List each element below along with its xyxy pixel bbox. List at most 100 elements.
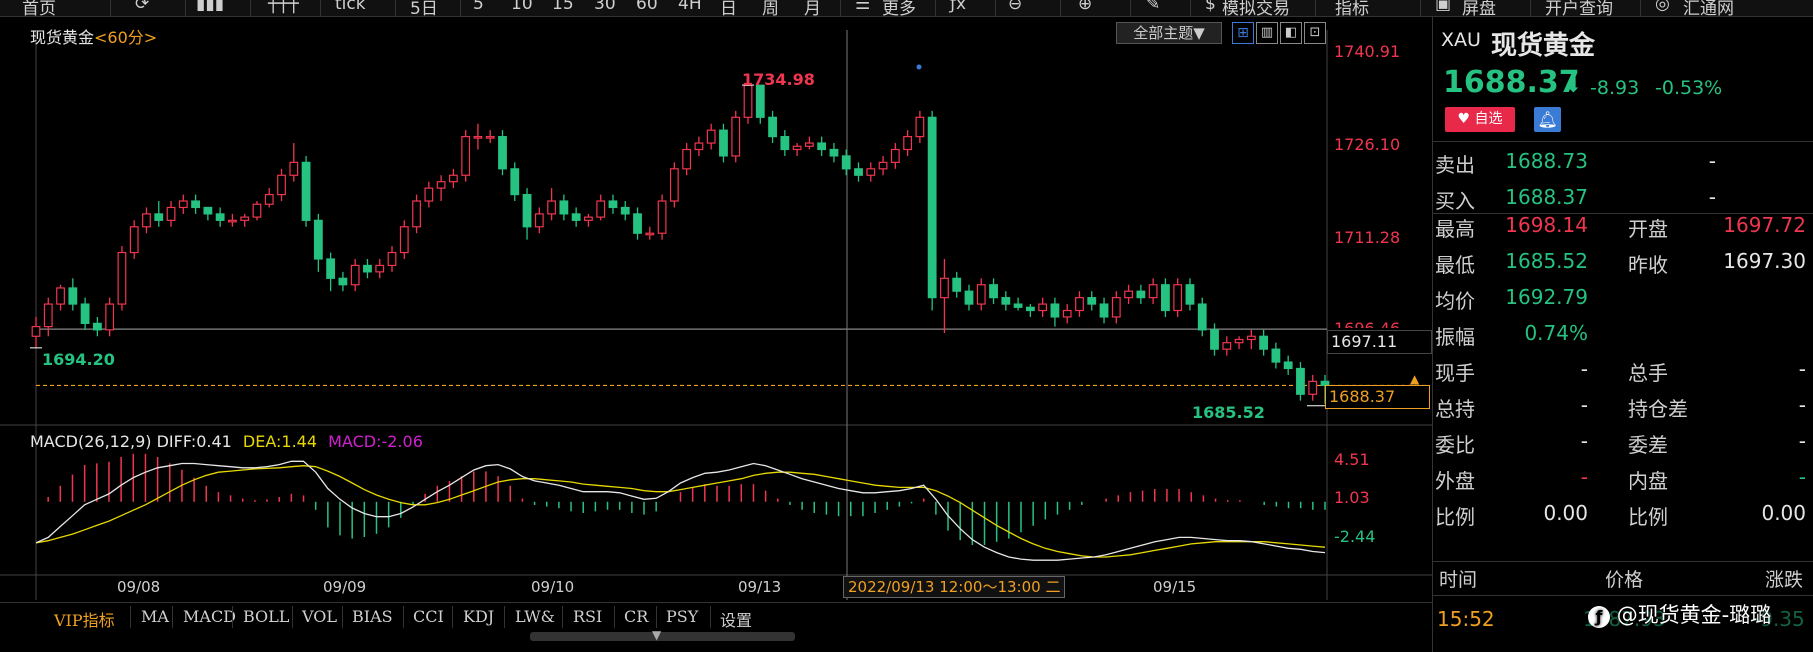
globe-icon[interactable]: ◎ bbox=[1655, 0, 1670, 14]
theme-select[interactable]: 全部主题▼ bbox=[1116, 22, 1222, 44]
candle-body bbox=[841, 155, 851, 170]
price-alert-icon[interactable]: ▲ bbox=[1410, 372, 1419, 386]
candle-body bbox=[1161, 284, 1170, 312]
candle-body bbox=[191, 200, 200, 209]
candle-body bbox=[350, 264, 360, 286]
tab-lw[interactable]: LW& bbox=[515, 607, 555, 626]
candle-body bbox=[731, 116, 741, 157]
date-label-1: 09/08 bbox=[117, 578, 161, 596]
candle-body bbox=[1271, 348, 1281, 363]
candle-body bbox=[903, 136, 913, 151]
tab-cci[interactable]: CCI bbox=[413, 607, 444, 626]
candle-body bbox=[387, 251, 397, 267]
quote-panel: XAU 现货黄金 1688.37 ⬇ -8.93 -0.53% ♥ 自选 🔔︎ … bbox=[1432, 17, 1813, 652]
kline-chart[interactable] bbox=[0, 0, 1432, 627]
candle-body bbox=[277, 174, 286, 196]
quote-row: 均价 1692.79 bbox=[1433, 279, 1813, 316]
layout-icon[interactable]: ▥ bbox=[1256, 22, 1278, 44]
quote-value: - bbox=[1798, 429, 1806, 453]
date-label-5: 09/15 bbox=[1153, 578, 1197, 596]
scroll-down-icon[interactable]: ▼ bbox=[652, 628, 661, 642]
tab-psy[interactable]: PSY bbox=[666, 607, 698, 626]
bell-icon[interactable]: 🔔︎ bbox=[1534, 107, 1561, 132]
candle-body bbox=[448, 174, 458, 183]
candle-body bbox=[817, 142, 827, 151]
quote-label: 外盘 bbox=[1435, 469, 1475, 493]
toolbar-account-query[interactable]: 开户查询 bbox=[1545, 0, 1613, 16]
tab-cr[interactable]: CR bbox=[624, 607, 648, 626]
toolbar-screen[interactable]: 屏盘 bbox=[1462, 0, 1496, 16]
quote-value: - bbox=[1708, 185, 1716, 209]
candle-body bbox=[571, 213, 581, 221]
event-dot bbox=[916, 64, 922, 70]
candle-body bbox=[1136, 290, 1146, 299]
quote-label: 最低 bbox=[1435, 253, 1475, 277]
toolbar-fx678[interactable]: 汇通网 bbox=[1683, 0, 1734, 16]
favorite-button[interactable]: ♥ 自选 bbox=[1445, 107, 1515, 132]
quote-label: 最高 bbox=[1435, 217, 1475, 241]
candle-body bbox=[1148, 284, 1158, 299]
quote-value: 1697.30 bbox=[1723, 249, 1806, 273]
candle-body bbox=[326, 258, 336, 279]
tab-rsi[interactable]: RSI bbox=[573, 607, 602, 626]
candle-body bbox=[1259, 335, 1269, 350]
fullscreen-icon[interactable]: ⊡ bbox=[1304, 22, 1326, 44]
candle-body bbox=[178, 200, 188, 209]
candle-body bbox=[854, 168, 863, 176]
tab-vip[interactable]: VIP指标 bbox=[54, 607, 115, 631]
split-icon[interactable]: ◧ bbox=[1280, 22, 1302, 44]
candle-body bbox=[301, 161, 311, 221]
candle-body bbox=[264, 193, 274, 205]
watermark: ƒ @现货黄金-璐璐 bbox=[1588, 599, 1771, 629]
quote-row: 最低 1685.52 昨收 1697.30 bbox=[1433, 243, 1813, 280]
tab-vol[interactable]: VOL bbox=[302, 607, 337, 626]
candle-body bbox=[399, 226, 409, 254]
dea-legend: DEA:1.44 bbox=[242, 432, 318, 451]
candle-body bbox=[1222, 342, 1232, 350]
quote-value: 0.00 bbox=[1543, 501, 1588, 525]
candle-body bbox=[129, 226, 139, 254]
symbol-name: 现货黄金 bbox=[1491, 31, 1596, 61]
quote-row: 振幅 0.74% bbox=[1433, 315, 1813, 352]
tab-settings[interactable]: 设置 bbox=[720, 607, 752, 631]
date-label-3: 09/10 bbox=[531, 578, 575, 596]
candle-body bbox=[289, 161, 299, 176]
candle-body bbox=[375, 264, 385, 273]
candle-body bbox=[989, 284, 998, 299]
quote-label: 总持 bbox=[1435, 397, 1475, 421]
candle-body bbox=[313, 219, 323, 260]
candle-body bbox=[952, 277, 962, 292]
candle-body bbox=[510, 168, 520, 196]
quote-label: 委差 bbox=[1628, 433, 1668, 457]
horizontal-scrollbar[interactable] bbox=[530, 632, 795, 641]
screen-icon[interactable]: ▣ bbox=[1435, 0, 1451, 14]
candle-body bbox=[68, 287, 78, 305]
quote-value: - bbox=[1708, 149, 1716, 173]
candle-body bbox=[92, 322, 102, 331]
candle-body bbox=[498, 136, 507, 170]
macd-title: MACD(26,12,9) bbox=[30, 432, 152, 451]
candle-body bbox=[780, 136, 790, 151]
favorite-label: 自选 bbox=[1474, 111, 1503, 127]
trade-header-change: 涨跌 bbox=[1765, 569, 1804, 591]
quote-value: 1688.37 bbox=[1505, 185, 1588, 209]
candle-body bbox=[522, 193, 532, 228]
tab-macd[interactable]: MACD bbox=[183, 607, 236, 626]
candle-body bbox=[633, 213, 642, 234]
tab-bias[interactable]: BIAS bbox=[352, 607, 393, 626]
quote-row: 现手 - 总手 - bbox=[1433, 351, 1813, 388]
candle-body bbox=[584, 216, 593, 221]
candle-body bbox=[117, 251, 127, 305]
candle-body bbox=[1075, 297, 1084, 312]
tab-kdj[interactable]: KDJ bbox=[463, 607, 494, 626]
quote-value: - bbox=[1580, 429, 1588, 453]
tab-ma[interactable]: MA bbox=[141, 607, 169, 626]
tab-boll[interactable]: BOLL bbox=[243, 607, 289, 626]
candle-body bbox=[1197, 303, 1207, 331]
trade-header-price: 价格 bbox=[1605, 569, 1644, 591]
current-price-tag: 1688.37 bbox=[1325, 385, 1430, 409]
grid-icon[interactable]: ⊞ bbox=[1232, 22, 1254, 44]
quote-label: 振幅 bbox=[1435, 325, 1475, 349]
candle-body bbox=[1246, 335, 1256, 341]
crosshair-time: 2022/09/13 12:00～13:00 二 bbox=[843, 576, 1066, 598]
